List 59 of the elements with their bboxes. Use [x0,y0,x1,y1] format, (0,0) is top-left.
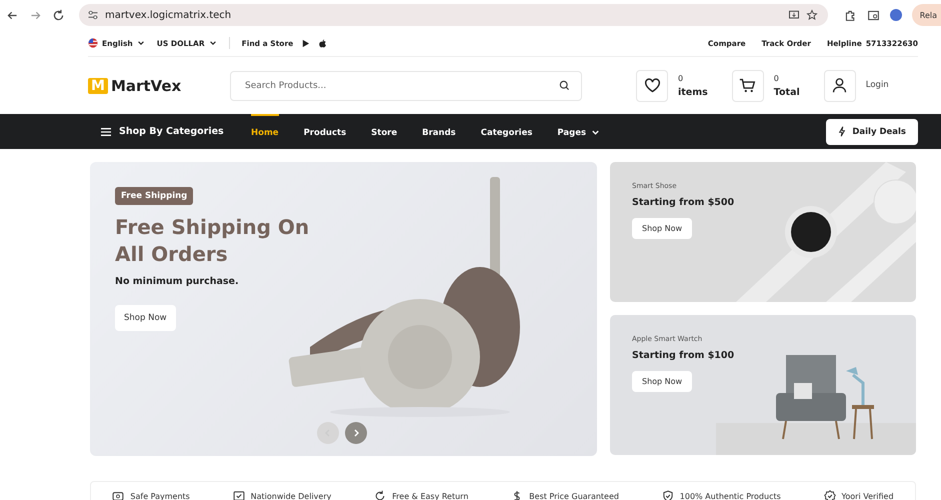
shop-by-categories-button[interactable]: Shop By Categories [100,126,251,137]
feature-label: Yoori Verified [842,492,894,500]
lightning-icon [838,126,846,137]
apple-icon[interactable] [318,38,328,48]
promo-title: Starting from $100 [632,350,734,361]
next-slide-button[interactable] [345,422,367,444]
user-icon [831,77,848,94]
cart-total-label: Total [774,86,800,98]
hero-title: Free Shipping On All Orders [115,214,310,268]
wishlist-count: 0 [678,74,684,82]
flag-icon [88,38,98,48]
profile-button[interactable]: Rela [912,4,941,26]
cart-icon [739,77,756,94]
shop-now-button[interactable]: Shop Now [115,305,176,331]
feature-label: 100% Authentic Products [680,492,781,500]
extensions-icon[interactable] [844,8,857,22]
feature-label: Safe Payments [130,492,190,500]
logo-text: MartVex [110,76,182,94]
nav-link[interactable]: Products [304,114,346,149]
shop-now-button[interactable]: Shop Now [632,371,692,392]
shield-check-icon [662,490,674,500]
profile-avatar[interactable] [890,9,902,21]
heart-icon [644,77,660,94]
feature-label: Best Price Guaranteed [529,492,619,500]
feature-label: Free & Easy Return [392,492,468,500]
daily-deals-button[interactable]: Daily Deals [826,118,918,144]
nav-link[interactable]: Pages [557,114,600,149]
promo-title: Starting from $500 [632,197,734,208]
verified-badge-icon [824,490,836,500]
search-field[interactable]: Search Products... [230,70,582,100]
wishlist-button[interactable] [636,70,668,102]
site-settings-icon[interactable] [87,9,99,21]
hero-subtitle: No minimum purchase. [115,276,239,287]
search-icon[interactable] [559,80,570,91]
nav-link[interactable]: Store [371,114,398,149]
box-check-icon [232,490,245,500]
logo-mark: M [88,78,108,94]
nav-link[interactable]: Home [251,114,279,149]
wishlist-label: items [678,86,708,98]
wallet-icon [112,490,124,500]
cart-button[interactable] [732,70,764,102]
return-icon [374,490,386,500]
chevron-down-icon [136,39,145,47]
reload-icon[interactable] [52,8,65,22]
install-icon[interactable] [788,9,800,21]
chevron-down-icon [208,39,217,47]
menu-icon [100,126,112,136]
feature-label: Nationwide Delivery [250,492,332,500]
star-icon[interactable] [806,9,818,21]
account-button[interactable] [824,70,856,102]
nav-link[interactable]: Categories [480,114,532,149]
address-bar[interactable]: martvex.logicmatrix.tech [79,4,828,26]
shop-now-button[interactable]: Shop Now [632,218,692,239]
play-store-icon[interactable] [301,38,310,48]
side-panel-icon[interactable] [866,8,880,22]
nav-link[interactable]: Brands [422,114,456,149]
cart-count: 0 [774,74,780,82]
free-shipping-badge: Free Shipping [115,187,194,205]
login-link[interactable]: Login [866,80,889,90]
